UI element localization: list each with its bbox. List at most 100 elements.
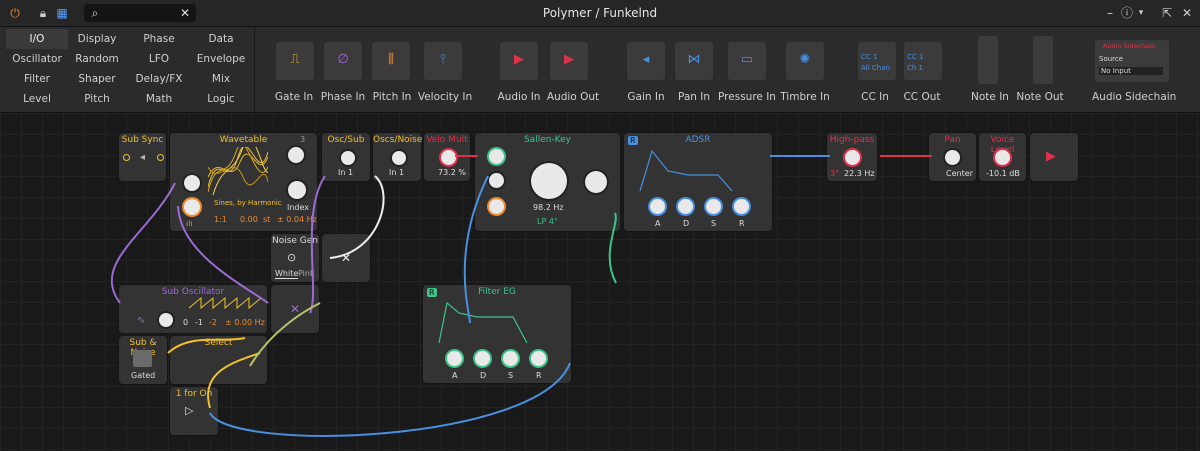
device-tile-note-out[interactable] [1033, 36, 1053, 84]
category-envelope[interactable]: Envelope [190, 49, 252, 69]
help-icon[interactable]: ⓘ [1120, 6, 1134, 20]
category-shaper[interactable]: Shaper [66, 69, 128, 89]
category-random[interactable]: Random [66, 49, 128, 69]
multiply-module[interactable]: ✕ [322, 234, 370, 282]
pan-knob[interactable] [945, 150, 960, 165]
category-oscillator[interactable]: Oscillator [6, 49, 68, 69]
eg-sustain-knob[interactable] [503, 351, 518, 366]
voice-level-module[interactable]: Voice Level -10.1 dB [979, 133, 1026, 181]
device-tile-cc-in[interactable]: CC 1 All Chan [858, 42, 896, 80]
eg-decay-knob[interactable] [475, 351, 490, 366]
device-tile-pan-in[interactable]: ⋈ [675, 42, 713, 80]
velocity-knob[interactable] [441, 150, 456, 165]
eg-release-knob[interactable] [531, 351, 546, 366]
device-tile-audio-out[interactable]: ▶ [550, 42, 588, 80]
wavetable-knob-1[interactable] [184, 175, 200, 191]
patch-canvas[interactable]: Sub Sync ◂ Wavetable 3 Sines, by Harmoni… [0, 113, 1200, 451]
one-for-on-module[interactable]: 1 for On ▷ [170, 387, 218, 435]
fine-value[interactable]: 0.00 [240, 215, 258, 224]
device-tile-gain-in[interactable]: ◂ [627, 42, 665, 80]
sallen-key-module[interactable]: Sallen-Key 98.2 Hz LP 4° [475, 133, 620, 231]
noise-white-option[interactable]: White [275, 269, 299, 279]
category-lfo[interactable]: LFO [128, 49, 190, 69]
category-level[interactable]: Level [6, 89, 68, 109]
index-knob-top[interactable] [288, 147, 304, 163]
sidechain-source-select[interactable]: No Input [1099, 67, 1163, 75]
device-tile-audio-sidechain[interactable]: Audio Sidechain Source No Input [1095, 40, 1169, 82]
wavetable-knob-2[interactable] [184, 199, 200, 215]
index-knob[interactable] [288, 181, 306, 199]
device-tile-pitch-in[interactable]: ⫼ [372, 42, 410, 80]
cutoff-mod-knob-1[interactable] [489, 149, 504, 164]
sub-offset-value[interactable]: ± 0.00 Hz [225, 318, 265, 327]
velo-mult-module[interactable]: Velo Mult 73.2 % [424, 133, 470, 181]
gain-in-icon: ◂ [642, 52, 650, 67]
multiply-module-2[interactable]: ✕ [271, 285, 319, 333]
category-display[interactable]: Display [66, 29, 128, 49]
pan-module[interactable]: Pan Center [929, 133, 976, 181]
decay-knob[interactable] [678, 199, 693, 214]
sub-oscillator-module[interactable]: Sub Oscillator ∿ 0 -1 -2 ± 0.00 Hz [119, 285, 267, 333]
speaker-icon: ◂ [140, 152, 146, 163]
category-mix[interactable]: Mix [190, 69, 252, 89]
device-label-note-out: Note Out [1016, 91, 1064, 103]
attack-knob[interactable] [650, 199, 665, 214]
ratio-value[interactable]: 1:1 [214, 215, 227, 224]
noise-pink-option[interactable]: Pink [298, 269, 315, 278]
cutoff-mod-knob-2[interactable] [489, 173, 504, 188]
category-filter[interactable]: Filter [6, 69, 68, 89]
cutoff-mod-knob-3[interactable] [489, 199, 504, 214]
category-math[interactable]: Math [128, 89, 190, 109]
filter-eg-module[interactable]: R Filter EG A D S R [423, 285, 571, 383]
device-tile-timbre-in[interactable]: ✺ [786, 42, 824, 80]
oscs-noise-module[interactable]: Oscs/Noise In 1 [373, 133, 422, 181]
device-tile-cc-out[interactable]: CC 1 Ch 1 [904, 42, 942, 80]
sub-noise-module[interactable]: Sub & Noise Gated [119, 336, 167, 384]
offset-value[interactable]: ± 0.04 Hz [277, 215, 317, 224]
filter-mode[interactable]: LP 4° [537, 217, 558, 226]
sub-level-knob[interactable] [159, 313, 173, 327]
mix-knob[interactable] [392, 151, 406, 165]
device-tile-pressure-in[interactable]: ▭ [728, 42, 766, 80]
octave-minus-1[interactable]: -1 [195, 318, 203, 327]
device-tile-phase-in[interactable]: ∅ [324, 42, 362, 80]
popout-icon[interactable]: ⇱ [1160, 6, 1174, 20]
sub-sync-module[interactable]: Sub Sync ◂ [119, 133, 166, 181]
device-tile-velocity-in[interactable]: ⫯ [424, 42, 462, 80]
category-logic[interactable]: Logic [190, 89, 252, 109]
osc-sub-module[interactable]: Osc/Sub In 1 [322, 133, 370, 181]
close-icon[interactable]: ✕ [1180, 6, 1194, 20]
cc-out-line1: CC 1 [907, 53, 924, 61]
high-pass-module[interactable]: High-pass 3° 22.3 Hz [827, 133, 877, 181]
release-knob[interactable] [734, 199, 749, 214]
window-title: Polymer / Funkelnd [542, 6, 658, 20]
device-tile-audio-in[interactable]: ▶ [500, 42, 538, 80]
category-pitch[interactable]: Pitch [66, 89, 128, 109]
octave-minus-2[interactable]: -2 [209, 318, 217, 327]
adsr-module[interactable]: R ADSR A D S R [624, 133, 772, 231]
sustain-knob[interactable] [706, 199, 721, 214]
octave-0[interactable]: 0 [183, 318, 188, 327]
output-port[interactable] [157, 154, 164, 161]
audio-out-module[interactable]: ▶ [1030, 133, 1078, 181]
eg-attack-knob[interactable] [447, 351, 462, 366]
input-port[interactable] [123, 154, 130, 161]
noise-gen-module[interactable]: Noise Gen ⊙ White Pink [271, 234, 319, 282]
level-knob[interactable] [995, 150, 1010, 165]
slope-value[interactable]: 3° [830, 169, 839, 178]
high-pass-knob[interactable] [845, 150, 860, 165]
resonance-knob[interactable] [585, 171, 607, 193]
device-tile-note-in[interactable] [978, 36, 998, 84]
category-data[interactable]: Data [190, 29, 252, 49]
category-phase[interactable]: Phase [128, 29, 190, 49]
category-delay-fx[interactable]: Delay/FX [128, 69, 190, 89]
gated-button[interactable] [133, 350, 152, 367]
wavetable-module[interactable]: Wavetable 3 Sines, by Harmonic 1:1 0.00 … [170, 133, 317, 231]
device-tile-gate-in[interactable]: ⎍ [276, 42, 314, 80]
category-i-o[interactable]: I/O [6, 29, 68, 49]
cutoff-knob[interactable] [531, 163, 567, 199]
chevron-down-icon[interactable]: ▾ [1134, 6, 1148, 20]
mix-knob[interactable] [341, 151, 355, 165]
select-module[interactable]: Select [170, 336, 267, 384]
minimize-icon[interactable]: – [1103, 6, 1117, 20]
